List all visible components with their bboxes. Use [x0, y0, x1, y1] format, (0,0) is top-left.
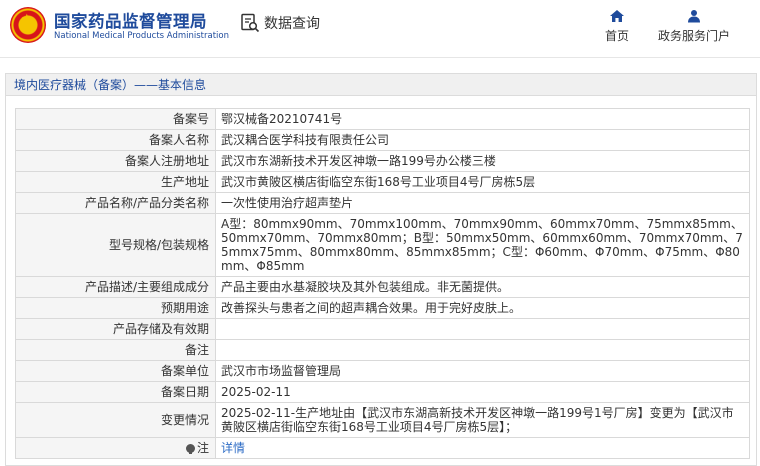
table-row: 产品存储及有效期 [15, 318, 750, 340]
table-row: 备案号 鄂汉械备20210741号 [15, 108, 750, 130]
table-row: 预期用途 改善探头与患者之间的超声耦合效果。用于完好皮肤上。 [15, 297, 750, 319]
field-value: 鄂汉械备20210741号 [215, 108, 750, 130]
table-row: 产品描述/主要组成成分 产品主要由水基凝胶块及其外包装组成。非无菌提供。 [15, 276, 750, 298]
table-row: 备注 [15, 339, 750, 361]
record-panel: 境内医疗器械（备案）——基本信息 备案号 鄂汉械备20210741号 备案人名称武… [5, 73, 757, 466]
field-value: 武汉耦合医学科技有限责任公司 [215, 129, 750, 151]
note-label: 注 [196, 441, 209, 455]
site-name-en: National Medical Products Administration [54, 31, 229, 41]
table-row: 备案人名称 武汉耦合医学科技有限责任公司 [15, 129, 750, 151]
field-label: 产品名称/产品分类名称 [15, 192, 216, 214]
field-label: 备注 [15, 339, 216, 361]
table-row: 备案日期 2025-02-11 [15, 381, 750, 403]
data-query-icon [241, 13, 260, 33]
field-label: 备案日期 [15, 381, 216, 403]
table-row: 生产地址 武汉市黄陂区横店街临空东街168号工业项目4号厂房栋5层 [15, 171, 750, 193]
field-label: 备案号 [15, 108, 216, 130]
field-label: 备案人注册地址 [15, 150, 216, 172]
table-row: 型号规格/包装规格 A型：80mmx90mm、70mmx100mm、70mmx90… [15, 213, 750, 277]
field-label: 产品描述/主要组成成分 [15, 276, 216, 298]
note-label-cell: 注 [15, 437, 216, 459]
field-value: 产品主要由水基凝胶块及其外包装组成。非无菌提供。 [215, 276, 750, 298]
record-info-table: 备案号 鄂汉械备20210741号 备案人名称 武汉耦合医学科技有限责任公司 备案人… [15, 108, 750, 459]
data-query-link[interactable]: 数据查询 [240, 12, 320, 34]
field-label: 备案单位 [15, 360, 216, 382]
site-header: ★ 国家药品监督管理局 National Medical Products Ad… [0, 0, 760, 58]
field-label: 生产地址 [15, 171, 216, 193]
data-query-label: 数据查询 [264, 16, 320, 32]
field-value: 武汉市黄陂区横店街临空东街168号工业项目4号厂房栋5层 [215, 171, 750, 193]
table-row: 备案人注册地址 武汉市东湖新技术开发区神墩一路199号办公楼三楼 [15, 150, 750, 172]
table-row: 备案单位 武汉市市场监督管理局 [15, 360, 750, 382]
field-value: 2025-02-11-生产地址由【武汉市东湖高新技术开发区神墩一路199号1号厂… [215, 402, 750, 438]
table-row: 产品名称/产品分类名称 一次性使用治疗超声垫片 [15, 192, 750, 214]
field-value: 改善探头与患者之间的超声耦合效果。用于完好皮肤上。 [215, 297, 750, 319]
field-label: 预期用途 [15, 297, 216, 319]
site-name-cn[interactable]: 国家药品监督管理局 [54, 8, 207, 32]
field-label: 产品存储及有效期 [15, 318, 216, 340]
table-row-note: 注 详情 [15, 437, 750, 459]
field-label: 变更情况 [15, 402, 216, 438]
nav-service-portal[interactable]: 政务服务门户 [654, 9, 734, 44]
field-label: 备案人名称 [15, 129, 216, 151]
field-value: 一次性使用治疗超声垫片 [215, 192, 750, 214]
home-icon [610, 10, 624, 22]
details-link[interactable]: 详情 [221, 441, 245, 455]
info-bulb-icon [185, 444, 195, 454]
field-value: 武汉市市场监督管理局 [215, 360, 750, 382]
nav-home-label: 首页 [604, 29, 629, 43]
field-value: 2025-02-11 [215, 381, 750, 403]
table-row: 变更情况 2025-02-11-生产地址由【武汉市东湖高新技术开发区神墩一路199… [15, 402, 750, 438]
field-value [215, 339, 750, 361]
user-icon [688, 10, 700, 23]
nav-service-portal-label: 政务服务门户 [657, 29, 730, 43]
field-value [215, 318, 750, 340]
note-value-cell: 详情 [215, 437, 750, 459]
field-label: 型号规格/包装规格 [15, 213, 216, 277]
field-value: A型：80mmx90mm、70mmx100mm、70mmx90mm、60mmx7… [215, 213, 750, 277]
nav-home[interactable]: 首页 [600, 9, 634, 44]
panel-title: 境内医疗器械（备案）——基本信息 [6, 74, 756, 96]
field-value: 武汉市东湖新技术开发区神墩一路199号办公楼三楼 [215, 150, 750, 172]
national-emblem-logo[interactable]: ★ [10, 7, 46, 43]
